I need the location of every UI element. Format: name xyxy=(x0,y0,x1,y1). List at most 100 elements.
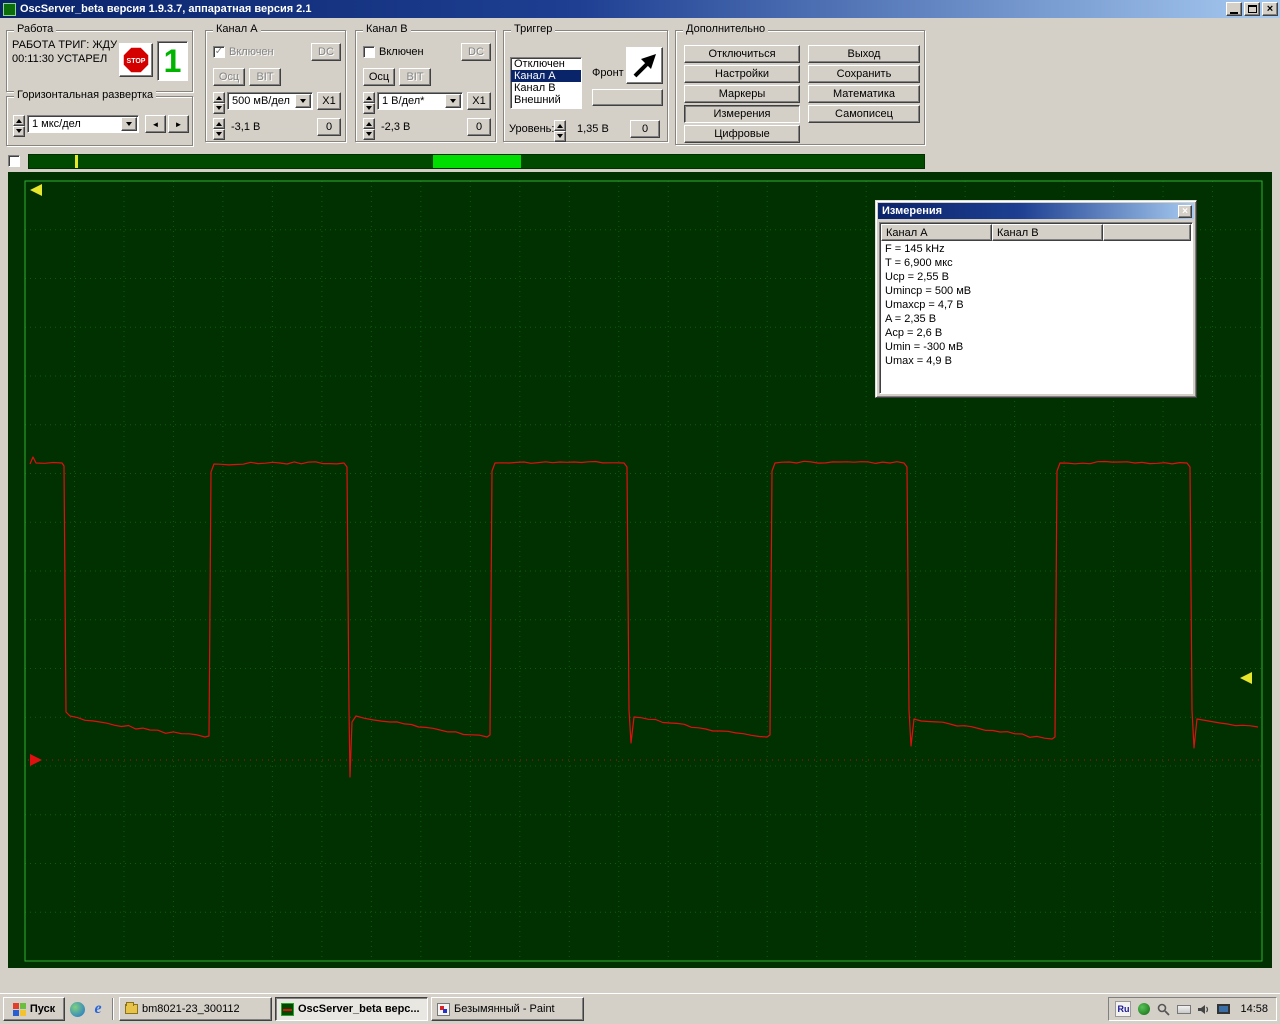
up-arrow-icon xyxy=(557,121,563,128)
maximize-icon xyxy=(1248,5,1257,13)
column-header-channel-b[interactable]: Канал B xyxy=(992,224,1103,241)
tray-volume-icon[interactable] xyxy=(1196,1002,1211,1017)
minimize-icon xyxy=(1230,12,1238,14)
titlebar[interactable]: OscServer_beta версия 1.9.3.7, аппаратна… xyxy=(0,0,1280,18)
up-arrow-icon xyxy=(366,93,372,100)
trigger-mode-button[interactable] xyxy=(592,89,663,106)
windows-logo-icon xyxy=(13,1003,26,1016)
channel-b-scale-spinner[interactable] xyxy=(363,92,375,110)
group-sweep: Горизонтальная развертка 1 мкс/дел ◄ ► xyxy=(6,96,193,146)
group-trigger: Триггер Отключен Канал A Канал B Внешний… xyxy=(503,30,668,142)
group-channel-b: Канал B Включен DC Осц BIT 1 В/дел* X1 -… xyxy=(355,30,496,142)
trigger-source-option[interactable]: Отключен xyxy=(511,58,581,70)
position-segment[interactable] xyxy=(433,155,521,168)
trigger-source-option[interactable]: Внешний xyxy=(511,94,581,106)
run-indicator: 1 xyxy=(157,41,188,81)
group-extras: Дополнительно Отключиться Настройки Марк… xyxy=(675,30,925,145)
svg-text:STOP: STOP xyxy=(127,58,146,65)
channel-b-offset-spinner[interactable] xyxy=(363,118,375,136)
measurement-row: T = 6,900 мкс xyxy=(882,256,1190,270)
start-button[interactable]: Пуск xyxy=(3,997,65,1021)
channel-a-scale-spinner[interactable] xyxy=(213,92,225,110)
taskbar-task-oscserver[interactable]: OscServer_beta верс... xyxy=(275,997,428,1021)
markers-button[interactable]: Маркеры xyxy=(684,85,800,103)
channel-b-bit-button[interactable]: BIT xyxy=(399,68,431,86)
trigger-zero-button[interactable]: 0 xyxy=(630,120,660,138)
sweep-select[interactable]: 1 мкс/дел xyxy=(27,115,139,133)
math-button[interactable]: Математика xyxy=(808,85,920,103)
channel-b-osc-button[interactable]: Осц xyxy=(363,68,395,86)
exit-button[interactable]: Выход xyxy=(808,45,920,63)
channel-a-mult-button[interactable]: X1 xyxy=(317,92,341,110)
stop-button[interactable]: STOP xyxy=(119,43,153,77)
measurements-button[interactable]: Измерения xyxy=(684,105,800,123)
disconnect-button[interactable]: Отключиться xyxy=(684,45,800,63)
settings-button[interactable]: Настройки xyxy=(684,65,800,83)
channel-a-offset-spinner[interactable] xyxy=(213,118,225,136)
trigger-front-label: Фронт xyxy=(592,67,624,79)
dropdown-arrow-icon[interactable] xyxy=(121,117,137,131)
sweep-spinner-up[interactable] xyxy=(13,115,25,126)
trigger-edge-button[interactable] xyxy=(626,47,663,84)
column-header-channel-a[interactable]: Канал A xyxy=(881,224,992,241)
sweep-spinner-down[interactable] xyxy=(13,126,25,137)
up-arrow-icon xyxy=(216,93,222,100)
recorder-button[interactable]: Самописец xyxy=(808,105,920,123)
channel-b-scale-select[interactable]: 1 В/дел* xyxy=(377,92,463,110)
window-title: OscServer_beta версия 1.9.3.7, аппаратна… xyxy=(20,3,1224,15)
measurements-list: Канал A Канал B F = 145 kHz T = 6,900 мк… xyxy=(879,222,1193,394)
channel-b-mult-button[interactable]: X1 xyxy=(467,92,491,110)
measurements-title: Измерения xyxy=(882,205,942,217)
tray-display-icon[interactable] xyxy=(1216,1002,1231,1017)
down-arrow-icon xyxy=(216,132,222,139)
quicklaunch-ie-icon[interactable]: e xyxy=(89,1000,107,1018)
position-checkbox[interactable] xyxy=(8,155,20,167)
tray-antivirus-icon[interactable] xyxy=(1136,1002,1151,1017)
close-button[interactable]: × xyxy=(1262,2,1278,16)
trigger-level-label: Уровень: xyxy=(509,123,554,135)
position-bar[interactable] xyxy=(28,154,925,169)
taskbar-task-paint[interactable]: Безымянный - Paint xyxy=(431,997,584,1021)
save-button[interactable]: Сохранить xyxy=(808,65,920,83)
down-arrow-icon xyxy=(216,106,222,113)
dropdown-arrow-icon[interactable] xyxy=(445,94,461,108)
channel-a-zero-button[interactable]: 0 xyxy=(317,118,341,136)
channel-b-zero-button[interactable]: 0 xyxy=(467,118,491,136)
group-channel-b-caption: Канал B xyxy=(363,23,411,36)
group-channel-a-caption: Канал A xyxy=(213,23,261,36)
position-tick[interactable] xyxy=(75,155,78,168)
sweep-right-button[interactable]: ► xyxy=(168,115,189,133)
maximize-button[interactable] xyxy=(1244,2,1260,16)
channel-b-dc-button[interactable]: DC xyxy=(461,43,491,61)
sweep-spinner[interactable] xyxy=(13,115,25,133)
channel-a-bit-button[interactable]: BIT xyxy=(249,68,281,86)
measurement-row: Aср = 2,6 В xyxy=(882,326,1190,340)
trigger-source-option[interactable]: Канал B xyxy=(511,82,581,94)
channel-a-dc-button[interactable]: DC xyxy=(311,43,341,61)
tray-keyboard-icon[interactable] xyxy=(1176,1002,1191,1017)
tray-search-icon[interactable] xyxy=(1156,1002,1171,1017)
oscserver-icon xyxy=(281,1003,294,1016)
language-indicator[interactable]: Ru xyxy=(1115,1001,1131,1017)
measurement-row: Uср = 2,55 В xyxy=(882,270,1190,284)
sweep-left-button[interactable]: ◄ xyxy=(145,115,166,133)
quicklaunch-globe-icon[interactable] xyxy=(68,1000,86,1018)
dropdown-arrow-icon[interactable] xyxy=(295,94,311,108)
channel-a-osc-button[interactable]: Осц xyxy=(213,68,245,86)
measurements-close-button[interactable]: × xyxy=(1178,205,1192,218)
channel-b-enabled-label: Включен xyxy=(379,46,424,58)
digital-button[interactable]: Цифровые xyxy=(684,125,800,143)
minimize-button[interactable] xyxy=(1226,2,1242,16)
trigger-level-spinner[interactable] xyxy=(554,120,566,138)
taskbar-task-bm8021[interactable]: bm8021-23_300112 xyxy=(119,997,272,1021)
channel-a-enabled-checkbox[interactable] xyxy=(213,46,225,58)
group-extras-caption: Дополнительно xyxy=(683,23,768,36)
measurements-window[interactable]: Измерения × Канал A Канал B F = 145 kHz … xyxy=(875,200,1197,398)
channel-a-scale-select[interactable]: 500 мВ/дел xyxy=(227,92,313,110)
measurements-titlebar[interactable]: Измерения × xyxy=(878,203,1194,219)
paint-icon xyxy=(437,1003,450,1016)
channel-b-enabled-checkbox[interactable] xyxy=(363,46,375,58)
trigger-source-option[interactable]: Канал A xyxy=(511,70,581,82)
down-arrow-icon xyxy=(366,132,372,139)
trigger-source-list[interactable]: Отключен Канал A Канал B Внешний xyxy=(510,57,582,109)
